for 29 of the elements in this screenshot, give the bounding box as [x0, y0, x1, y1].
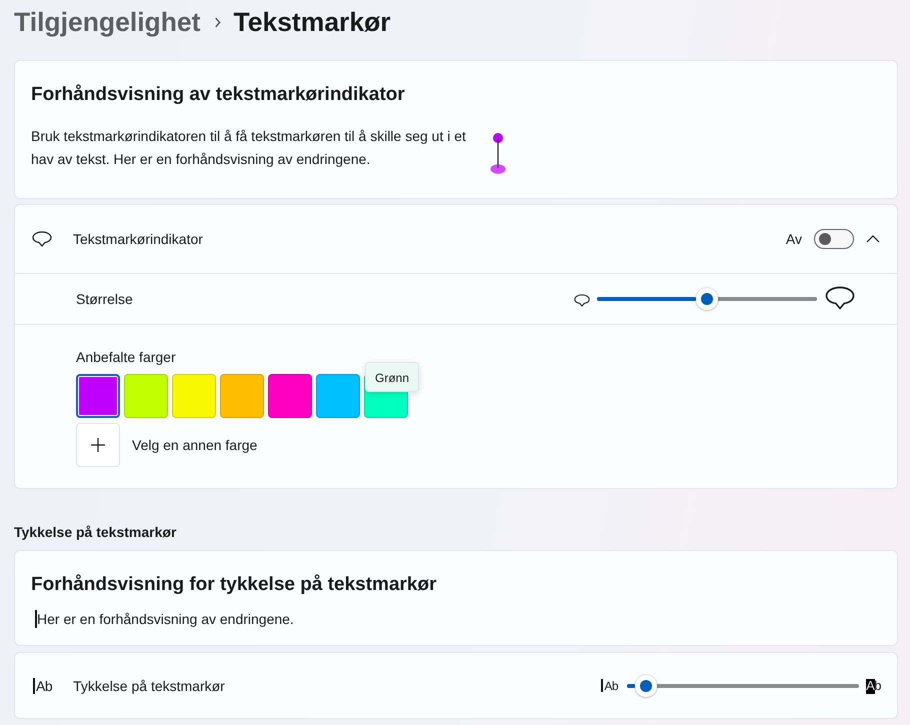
small-bubble-icon [574, 294, 590, 306]
setting-label: Tekstmarkørindikator [73, 231, 203, 247]
text-caret-icon [35, 610, 37, 628]
size-slider[interactable] [597, 288, 817, 310]
add-color-button[interactable] [76, 423, 120, 467]
page-title: Tekstmarkør [234, 6, 391, 38]
toggle-state-label: Av [786, 231, 802, 247]
colors-label: Anbefalte farger [76, 348, 176, 367]
color-swatch[interactable] [76, 374, 120, 418]
plus-icon [90, 437, 106, 453]
slider-thumb[interactable] [696, 288, 718, 310]
preview-title: Forhåndsvisning av tekstmarkørindikator [31, 83, 405, 107]
preview-text: Bruk tekstmarkørindikatoren til å få tekstmarkøren til å skille seg ut i et hav av tekst. Her er en forhåndsvisning av endringene. [31, 127, 467, 169]
toggle-switch[interactable] [814, 229, 854, 249]
chevron-up-icon [866, 235, 880, 243]
preview-text: Her er en forhåndsvisning av endringene. [37, 610, 294, 629]
speech-bubble-icon [32, 231, 52, 247]
thickness-slider[interactable] [627, 674, 860, 696]
breadcrumb-parent[interactable]: Tilgjengelighet [14, 6, 200, 38]
cursor-indicator-icon [490, 132, 506, 174]
large-bubble-icon [825, 286, 855, 310]
slider-thumb[interactable] [634, 674, 657, 696]
size-label: Størrelse [76, 291, 133, 307]
section-heading: Tykkelse på tekstmarkør [14, 523, 176, 542]
custom-color-label[interactable]: Velg en annen farge [132, 437, 258, 453]
setting-label: Tykkelse på tekstmarkør [73, 678, 225, 694]
chevron-right-icon [214, 16, 220, 28]
preview-title: Forhåndsvisning for tykkelse på tekstmarkør [31, 573, 436, 597]
tooltip: Grønn [365, 362, 420, 392]
